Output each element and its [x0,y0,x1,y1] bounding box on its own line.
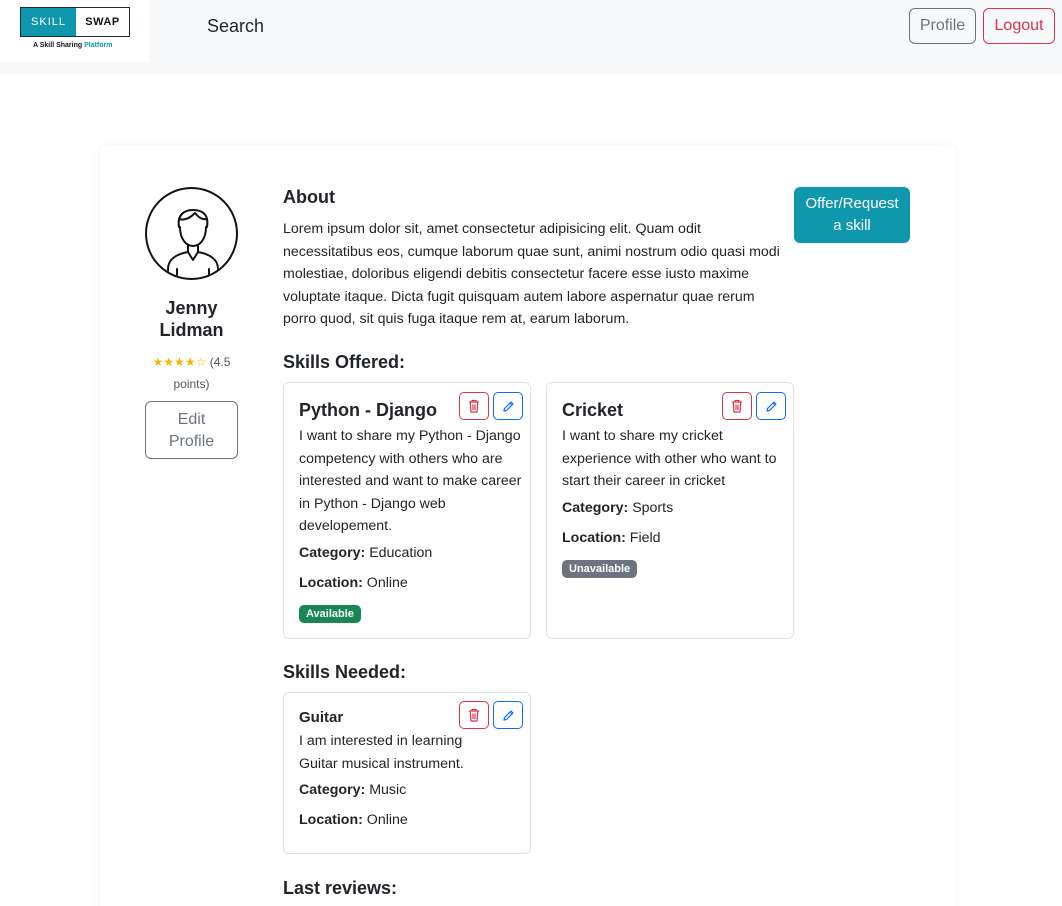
logo-text-right: SWAP [85,16,120,28]
location-value: Online [366,575,408,591]
skill-description: I want to share my Python - Django compe… [299,428,522,535]
skill-category: Category: Sports [562,500,673,516]
user-name: Jenny Lidman [145,297,238,341]
trash-icon [469,399,479,413]
pencil-icon [765,400,777,412]
category-label: Category: [299,782,366,798]
offer-button-label-1: Offer/Request [805,195,899,212]
rating-stars-icon: ★★★★☆ [152,355,207,369]
logo-tagline-accent: Platform [84,42,113,49]
skill-card: Guitar I am interested in learning Guita… [283,692,531,854]
category-label: Category: [299,545,366,561]
user-last-name: Lidman [159,320,224,340]
offer-button-label-2: a skill [833,217,871,234]
category-label: Category: [562,500,629,516]
location-label: Location: [299,575,363,591]
skill-location: Location: Online [299,812,408,828]
delete-skill-button[interactable] [459,701,489,729]
rating-value: (4.5 [209,355,231,369]
status-badge: Available [299,605,361,623]
logout-button[interactable]: Logout [983,8,1055,44]
skills-needed-title: Skills Needed: [283,662,407,682]
category-value: Education [369,545,433,561]
logo-tagline-prefix: A Skill Sharing [33,42,83,49]
skill-name: Guitar [299,709,344,726]
user-rating: ★★★★☆ (4.5 points) [145,351,238,395]
location-label: Location: [299,812,363,828]
trash-icon [469,708,479,722]
skill-location: Location: Field [562,530,661,546]
location-label: Location: [562,530,626,546]
status-badge: Unavailable [562,560,638,578]
skill-category: Category: Music [299,782,406,798]
offer-request-skill-button[interactable]: Offer/Request a skill [794,187,910,243]
skill-name: Cricket [562,400,624,420]
skill-category: Category: Education [299,545,432,561]
user-first-name: Jenny [165,298,218,318]
last-reviews-title: Last reviews: [283,878,398,898]
location-value: Field [629,530,661,546]
navbar: SKILL SWAP A Skill Sharing Platform Sear… [0,0,1062,74]
logo-tagline: A Skill Sharing Platform [33,42,113,49]
skill-location: Location: Online [299,575,408,591]
edit-profile-label-2: Profile [168,433,215,450]
logo-box: SKILL SWAP [20,7,130,37]
pencil-icon [502,709,514,721]
location-value: Online [366,812,408,828]
site-logo[interactable]: SKILL SWAP A Skill Sharing Platform [0,0,149,62]
skill-card: Cricket I want to share my cricket exper… [546,382,794,639]
about-text: Lorem ipsum dolor sit, amet consectetur … [283,221,780,328]
rating-unit: points) [173,377,210,391]
skill-description: I want to share my cricket experience wi… [562,428,777,490]
nav-search-link[interactable]: Search [207,16,264,37]
edit-skill-button[interactable] [493,392,523,420]
user-avatar-icon [145,187,238,280]
category-value: Sports [632,500,674,516]
delete-skill-button[interactable] [722,392,752,420]
skill-description: I am interested in learning Guitar music… [299,733,464,772]
edit-profile-label-1: Edit [177,411,206,428]
skill-name: Python - Django [299,400,437,420]
skill-card: Python - Django I want to share my Pytho… [283,382,531,639]
about-title: About [283,187,335,207]
pencil-icon [502,400,514,412]
profile-button[interactable]: Profile [909,8,976,44]
edit-profile-button[interactable]: Edit Profile [145,401,238,459]
skills-offered-title: Skills Offered: [283,352,406,372]
category-value: Music [369,782,407,798]
logo-text-left: SKILL [21,8,76,36]
edit-skill-button[interactable] [493,701,523,729]
trash-icon [732,399,742,413]
edit-skill-button[interactable] [756,392,786,420]
delete-skill-button[interactable] [459,392,489,420]
